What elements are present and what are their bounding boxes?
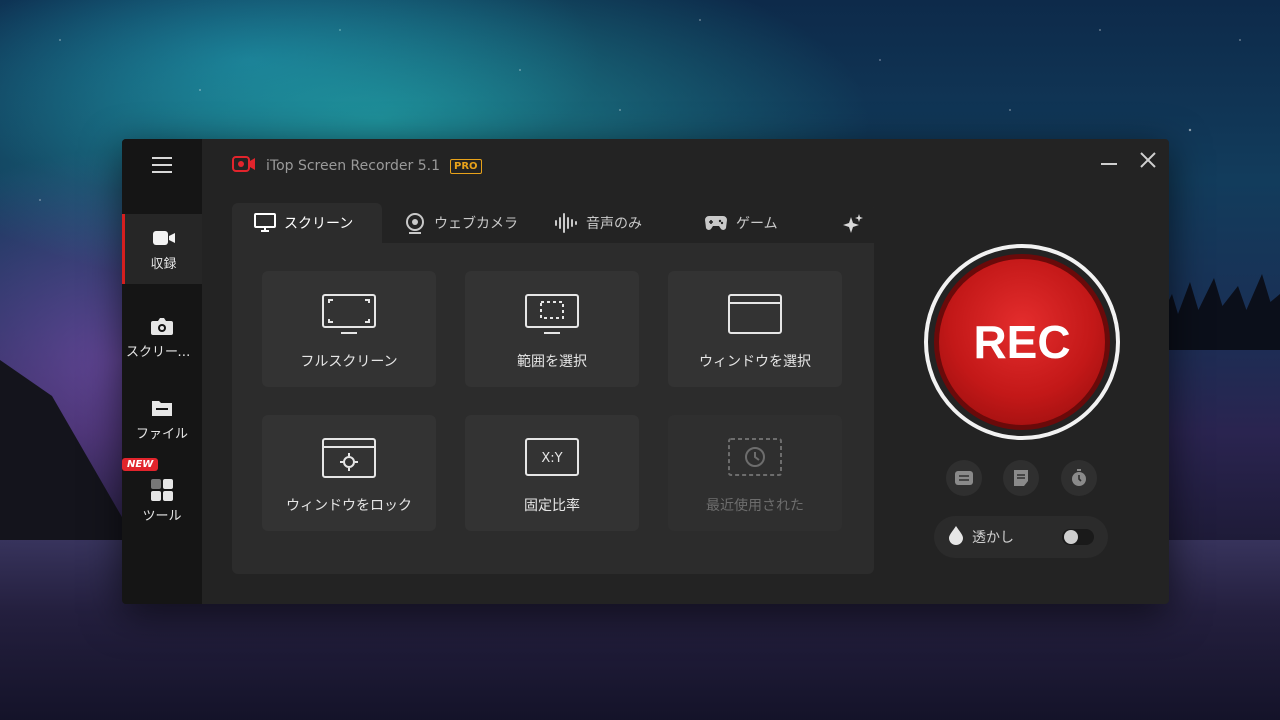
mode-label: 最近使用された xyxy=(706,498,804,514)
sidebar-item-label: ファイル xyxy=(135,426,188,442)
rec-button[interactable]: REC xyxy=(934,254,1110,430)
folder-icon xyxy=(150,397,174,419)
mode-select-region-button[interactable]: 範囲を選択 xyxy=(465,271,639,387)
mode-fullscreen-button[interactable]: フルスクリーン xyxy=(262,271,436,387)
camera-icon xyxy=(150,315,174,337)
tab-label: ウェブカメラ xyxy=(434,216,518,232)
mode-select-window-button[interactable]: ウィンドウを選択 xyxy=(668,271,842,387)
record-mode-panel: スクリーン ウェブカメラ 音声のみ ゲーム フルスクリーン 範囲を選択 ウィンド… xyxy=(232,203,874,574)
toggle-knob xyxy=(1064,530,1078,544)
app-window: 収録 スクリーン… ファイル NEW ツール iTop Screen Recor xyxy=(122,139,1169,604)
watermark-control: 透かし xyxy=(934,516,1108,558)
tab-bar: スクリーン ウェブカメラ 音声のみ ゲーム xyxy=(232,203,874,243)
mode-label: 範囲を選択 xyxy=(517,354,587,370)
title-bar: iTop Screen Recorder 5.1 PRO xyxy=(232,156,482,176)
app-logo-icon xyxy=(232,156,256,176)
tab-screen[interactable]: スクリーン xyxy=(232,203,382,243)
app-title: iTop Screen Recorder 5.1 xyxy=(266,158,441,174)
sidebar-item-label: スクリーン… xyxy=(126,344,198,360)
sidebar-item-label: 収録 xyxy=(150,256,177,272)
sparkle-icon[interactable] xyxy=(842,213,864,239)
hamburger-menu-button[interactable] xyxy=(152,157,172,173)
tab-label: スクリーン xyxy=(284,216,354,232)
gamepad-icon xyxy=(704,214,728,232)
tab-label: 音声のみ xyxy=(586,216,642,232)
rec-ring: REC xyxy=(924,244,1120,440)
mode-label: ウィンドウを選択 xyxy=(699,354,811,370)
sidebar-item-label: ツール xyxy=(142,508,182,524)
mode-label: ウィンドウをロック xyxy=(286,498,412,514)
tab-webcam[interactable]: ウェブカメラ xyxy=(404,203,518,243)
timer-button[interactable] xyxy=(1061,460,1097,496)
tab-label: ゲーム xyxy=(736,216,778,232)
sidebar-item-record[interactable]: 収録 xyxy=(122,214,202,284)
watermark-label: 透かし xyxy=(972,530,1014,546)
settings-list-button[interactable] xyxy=(946,460,982,496)
ratio-text: X:Y xyxy=(541,451,562,466)
note-icon xyxy=(1014,470,1028,486)
sidebar-item-screenshot[interactable]: スクリーン… xyxy=(122,302,202,372)
stopwatch-icon xyxy=(1072,469,1086,486)
pro-badge: PRO xyxy=(450,158,482,174)
minimize-button[interactable] xyxy=(1101,163,1117,165)
audio-wave-icon xyxy=(554,212,578,234)
notes-button[interactable] xyxy=(1003,460,1039,496)
select-region-icon xyxy=(524,291,580,337)
webcam-icon xyxy=(404,212,426,234)
tab-audio-only[interactable]: 音声のみ xyxy=(554,203,642,243)
select-window-icon xyxy=(727,291,783,337)
lock-window-icon xyxy=(321,435,377,481)
mode-lock-window-button[interactable]: ウィンドウをロック xyxy=(262,415,436,531)
mode-recent-button[interactable]: 最近使用された xyxy=(668,415,842,531)
close-button[interactable] xyxy=(1139,151,1157,169)
mode-fixed-ratio-button[interactable]: X:Y 固定比率 xyxy=(465,415,639,531)
water-drop-icon xyxy=(948,525,964,549)
fullscreen-icon xyxy=(321,291,377,337)
sidebar-item-files[interactable]: ファイル xyxy=(122,384,202,454)
mode-label: 固定比率 xyxy=(524,498,580,514)
grid-tools-icon xyxy=(150,478,174,501)
sidebar-item-tools[interactable]: ツール xyxy=(122,466,202,536)
tab-game[interactable]: ゲーム xyxy=(704,203,778,243)
recent-icon xyxy=(727,435,783,481)
watermark-toggle[interactable] xyxy=(1062,529,1094,545)
monitor-icon xyxy=(254,213,276,233)
list-icon xyxy=(955,471,973,485)
fixed-ratio-icon: X:Y xyxy=(524,435,580,481)
sidebar: 収録 スクリーン… ファイル NEW ツール xyxy=(122,139,202,604)
mode-label: フルスクリーン xyxy=(300,354,398,370)
close-icon xyxy=(1140,152,1156,168)
video-camera-icon xyxy=(152,227,176,249)
